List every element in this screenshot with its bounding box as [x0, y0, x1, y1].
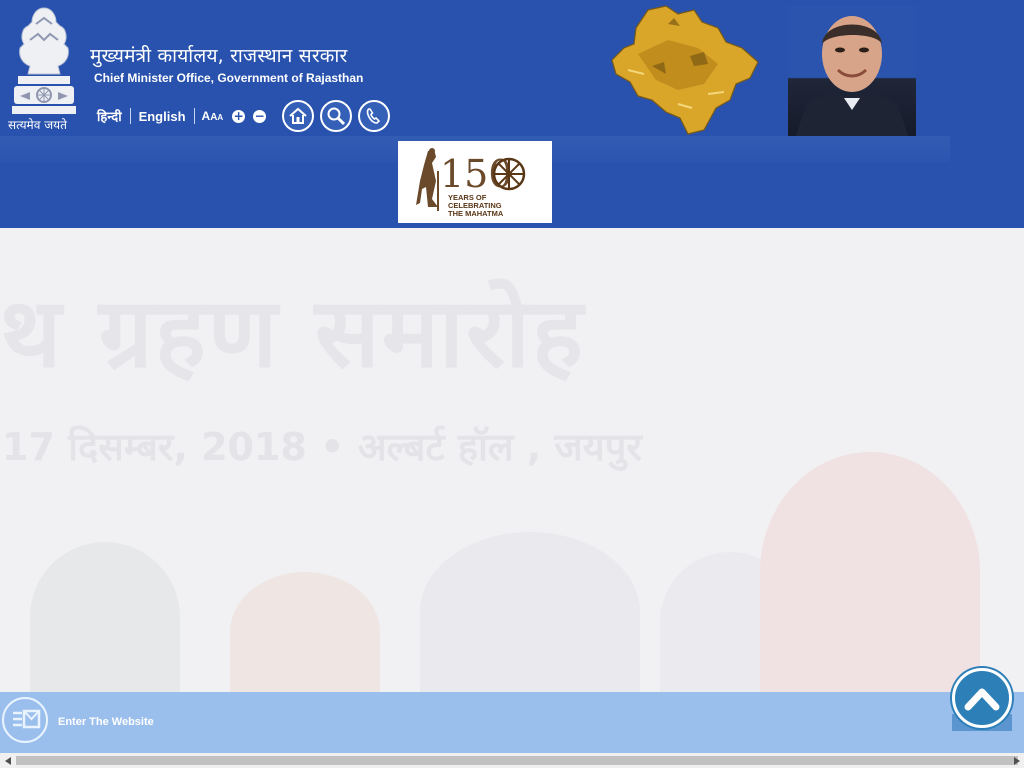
contact-button[interactable] — [358, 100, 391, 132]
site-title-english: Chief Minister Office, Government of Raj… — [94, 71, 364, 85]
increase-font-button[interactable]: + — [232, 109, 246, 123]
person-silhouette — [420, 532, 640, 692]
font-size-small: A — [217, 113, 224, 122]
enter-website-link[interactable]: Enter The Website — [58, 716, 154, 728]
badge-caption: YEARS OF CELEBRATING THE MAHATMA — [448, 193, 504, 218]
home-button[interactable] — [282, 100, 315, 132]
font-size-button[interactable]: A A A — [202, 109, 224, 123]
scrollbar-thumb[interactable] — [16, 756, 1018, 765]
decrease-font-button[interactable]: − — [253, 109, 267, 123]
person-silhouette — [760, 452, 980, 692]
chevron-left-icon — [4, 756, 11, 765]
phone-icon — [366, 108, 381, 124]
chevron-right-icon — [1013, 756, 1020, 765]
person-silhouette — [230, 572, 380, 692]
enter-website-button[interactable] — [2, 697, 48, 743]
accessibility-toolbar: हिन्दी English A A A + − — [92, 100, 391, 132]
horizontal-scrollbar[interactable] — [0, 753, 1024, 768]
divider — [193, 108, 195, 124]
hero-background: थ ग्रहण समारोह 17 दिसम्बर, 2018 • अल्बर्… — [0, 228, 1024, 692]
scroll-to-top-button[interactable] — [952, 668, 1012, 728]
home-icon — [289, 107, 307, 124]
hindi-language-link[interactable]: हिन्दी — [92, 107, 127, 125]
search-button[interactable] — [320, 100, 353, 132]
font-size-large: A — [201, 109, 211, 123]
english-language-link[interactable]: English — [134, 109, 191, 124]
hero-heading: थ ग्रहण समारोह — [0, 276, 585, 389]
chevron-up-icon — [964, 688, 1000, 711]
enter-website-bar: Enter The Website — [0, 692, 1024, 753]
chief-minister-photo — [788, 6, 916, 136]
motto-text: सत्यमेव जयते — [8, 118, 67, 132]
rajasthan-map-image — [611, 5, 759, 135]
enter-icon — [13, 709, 41, 729]
hero-subheading: 17 दिसम्बर, 2018 • अल्बर्ट हॉल , जयपुर — [2, 425, 642, 469]
portrait-image — [796, 16, 908, 136]
scroll-right-arrow[interactable] — [1009, 753, 1024, 768]
search-icon — [327, 107, 346, 126]
national-emblem-icon — [12, 7, 76, 114]
font-size-medium: A — [210, 112, 218, 123]
gandhi-150-banner[interactable]: 150 YEARS OF CELEBRATING THE MAHATMA — [398, 141, 552, 223]
site-title-hindi: मुख्यमंत्री कार्यालय, राजस्थान सरकार — [90, 45, 348, 67]
site-header: सत्यमेव जयते मुख्यमंत्री कार्यालय, राजस्… — [0, 0, 1024, 228]
person-silhouette — [30, 542, 180, 692]
divider — [129, 108, 131, 124]
scroll-left-arrow[interactable] — [0, 753, 15, 768]
